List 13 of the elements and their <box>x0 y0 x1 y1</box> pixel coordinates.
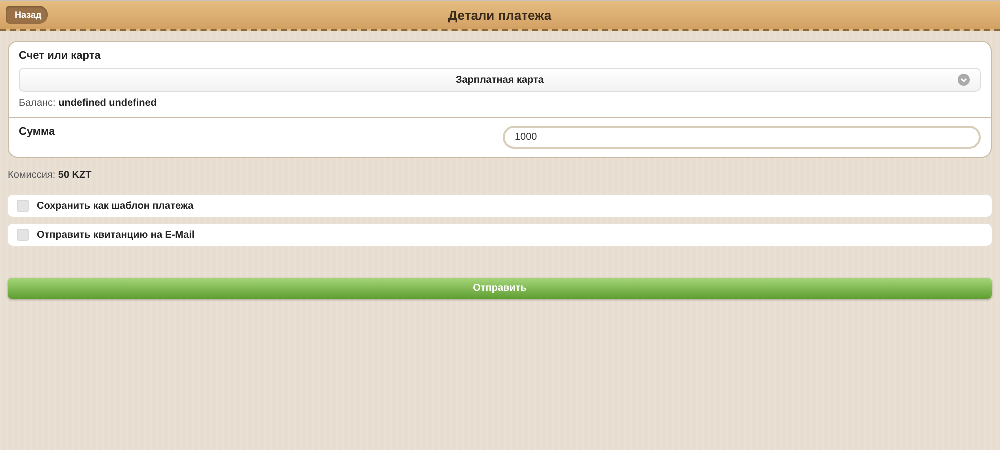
balance-text: Баланс: undefined undefined <box>19 98 158 109</box>
checkbox-label: Отправить квитанцию на E-Mail <box>37 230 195 240</box>
field-label: Сумма <box>19 126 56 138</box>
checkbox[interactable] <box>17 229 29 241</box>
account-select[interactable]: Зарплатная карта <box>19 68 981 92</box>
field-label: Счет или карта <box>19 50 102 62</box>
checkbox-label: Сохранить как шаблон платежа <box>37 200 194 212</box>
page-title: Детали платежа <box>448 8 552 22</box>
commission-text: Комиссия: 50 KZT <box>8 170 93 181</box>
amount-field[interactable]: 1000 <box>503 126 981 149</box>
checkbox[interactable] <box>17 200 29 212</box>
chevron-down-icon <box>958 74 970 86</box>
back-button[interactable]: Назад <box>6 6 48 24</box>
